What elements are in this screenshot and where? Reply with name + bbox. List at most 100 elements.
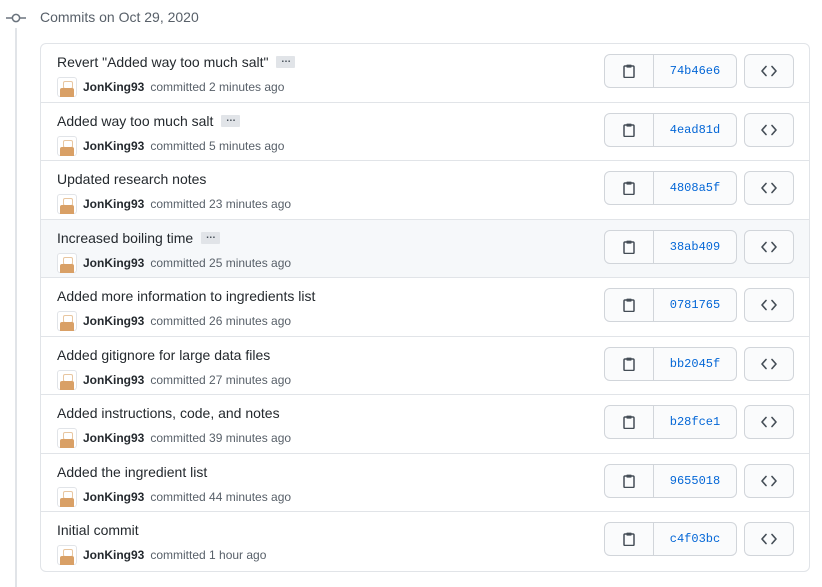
ellipsis-icon[interactable]: …	[276, 55, 296, 68]
commit-message-line: Revert "Added way too much salt" …	[57, 54, 296, 70]
clipboard-icon	[623, 64, 635, 78]
clipboard-icon	[623, 181, 635, 195]
copy-sha-button[interactable]	[605, 523, 654, 555]
commit-message-line: Added the ingredient list	[57, 464, 207, 480]
commit-message-link[interactable]: Added way too much salt	[57, 113, 213, 129]
avatar[interactable]	[57, 311, 77, 331]
commit-action-group: 38ab409	[604, 229, 737, 264]
commit-message-link[interactable]: Added instructions, code, and notes	[57, 405, 280, 421]
commit-action-group: c4f03bc	[604, 522, 737, 556]
commit-author[interactable]: JonKing93	[83, 80, 144, 94]
code-icon	[761, 65, 777, 77]
commit-message-link[interactable]: Increased boiling time	[57, 230, 193, 246]
code-icon	[761, 533, 777, 545]
commit-message-line: Added more information to ingredients li…	[57, 288, 315, 304]
browse-repo-button[interactable]	[744, 171, 794, 205]
code-icon	[761, 358, 777, 369]
copy-sha-button[interactable]	[605, 230, 654, 263]
clipboard-icon	[623, 357, 635, 371]
avatar[interactable]	[57, 77, 77, 97]
commit-time: committed 39 minutes ago	[150, 431, 292, 445]
commit-row: Updated research notes JonKing93 committ…	[41, 161, 809, 220]
commit-message-link[interactable]: Revert "Added way too much salt"	[57, 54, 268, 70]
avatar[interactable]	[57, 252, 77, 273]
commit-row: Added way too much salt … JonKing93 comm…	[41, 103, 809, 161]
copy-sha-button[interactable]	[605, 113, 654, 146]
commit-time: committed 23 minutes ago	[150, 197, 292, 211]
ellipsis-icon[interactable]: …	[221, 113, 241, 127]
avatar[interactable]	[57, 486, 77, 507]
commit-action-group: 4ead81d	[604, 112, 737, 147]
browse-repo-button[interactable]	[744, 54, 794, 88]
copy-sha-button[interactable]	[605, 464, 654, 497]
commit-message-link[interactable]: Added gitignore for large data files	[57, 347, 270, 363]
clipboard-icon	[623, 474, 635, 488]
commit-meta: JonKing93 committed 23 minutes ago	[57, 194, 291, 214]
commit-message-link[interactable]: Initial commit	[57, 522, 139, 538]
commit-author[interactable]: JonKing93	[83, 256, 144, 270]
commit-message-line: Initial commit	[57, 522, 139, 538]
commit-message-line: Added instructions, code, and notes	[57, 405, 280, 421]
commit-row: Added the ingredient list JonKing93 comm…	[41, 454, 809, 512]
commit-author[interactable]: JonKing93	[83, 431, 144, 445]
ellipsis-icon[interactable]: …	[201, 230, 221, 244]
clipboard-icon	[623, 240, 635, 254]
copy-sha-button[interactable]	[605, 55, 654, 87]
commit-author[interactable]: JonKing93	[83, 373, 144, 387]
commit-sha-link[interactable]: 4ead81d	[654, 114, 736, 146]
commit-author[interactable]: JonKing93	[83, 548, 144, 562]
browse-repo-button[interactable]	[744, 522, 794, 556]
commit-time: committed 1 hour ago	[150, 548, 267, 562]
commit-time: committed 26 minutes ago	[150, 314, 292, 328]
code-icon	[761, 124, 777, 135]
avatar[interactable]	[57, 194, 77, 214]
commit-action-group: bb2045f	[604, 346, 737, 381]
commit-author[interactable]: JonKing93	[83, 314, 144, 328]
code-icon	[761, 475, 777, 486]
commit-message-link[interactable]: Added the ingredient list	[57, 464, 207, 480]
commit-row: Added instructions, code, and notes JonK…	[41, 395, 809, 454]
commit-message-line: Increased boiling time …	[57, 230, 221, 246]
copy-sha-button[interactable]	[605, 347, 654, 380]
commit-sha-link[interactable]: c4f03bc	[654, 523, 736, 555]
commit-meta: JonKing93 committed 44 minutes ago	[57, 486, 291, 507]
commit-author[interactable]: JonKing93	[83, 490, 144, 504]
browse-repo-button[interactable]	[744, 112, 794, 147]
clipboard-icon	[623, 415, 635, 429]
commit-meta: JonKing93 committed 2 minutes ago	[57, 77, 284, 97]
commit-action-group: 0781765	[604, 288, 737, 322]
commit-row: Added more information to ingredients li…	[41, 278, 809, 337]
commit-author[interactable]: JonKing93	[83, 139, 144, 153]
clipboard-icon	[623, 532, 635, 546]
commit-author[interactable]: JonKing93	[83, 197, 144, 211]
browse-repo-button[interactable]	[744, 463, 794, 498]
commit-action-group: 4808a5f	[604, 171, 737, 205]
commit-sha-link[interactable]: b28fce1	[654, 406, 736, 438]
commit-sha-link[interactable]: 0781765	[654, 289, 736, 321]
commit-sha-link[interactable]: bb2045f	[654, 348, 736, 380]
commit-sha-link[interactable]: 38ab409	[654, 231, 736, 263]
commit-sha-link[interactable]: 4808a5f	[654, 172, 736, 204]
copy-sha-button[interactable]	[605, 172, 654, 204]
commit-time: committed 2 minutes ago	[150, 80, 285, 94]
avatar[interactable]	[57, 135, 77, 156]
commit-sha-link[interactable]: 74b46e6	[654, 55, 736, 87]
copy-sha-button[interactable]	[605, 406, 654, 438]
avatar[interactable]	[57, 428, 77, 448]
browse-repo-button[interactable]	[744, 346, 794, 381]
commit-group-header: Commits on Oct 29, 2020	[0, 0, 822, 36]
commit-list: Revert "Added way too much salt" … JonKi…	[40, 43, 810, 572]
browse-repo-button[interactable]	[744, 229, 794, 264]
avatar[interactable]	[57, 369, 77, 390]
commit-sha-link[interactable]: 9655018	[654, 465, 736, 497]
code-icon	[761, 182, 777, 194]
commit-action-group: 9655018	[604, 463, 737, 498]
commit-group-title: Commits on Oct 29, 2020	[40, 9, 199, 25]
git-commit-icon	[6, 13, 26, 23]
browse-repo-button[interactable]	[744, 288, 794, 322]
avatar[interactable]	[57, 545, 77, 565]
commit-message-link[interactable]: Updated research notes	[57, 171, 206, 187]
commit-message-link[interactable]: Added more information to ingredients li…	[57, 288, 315, 304]
copy-sha-button[interactable]	[605, 289, 654, 321]
browse-repo-button[interactable]	[744, 405, 794, 439]
